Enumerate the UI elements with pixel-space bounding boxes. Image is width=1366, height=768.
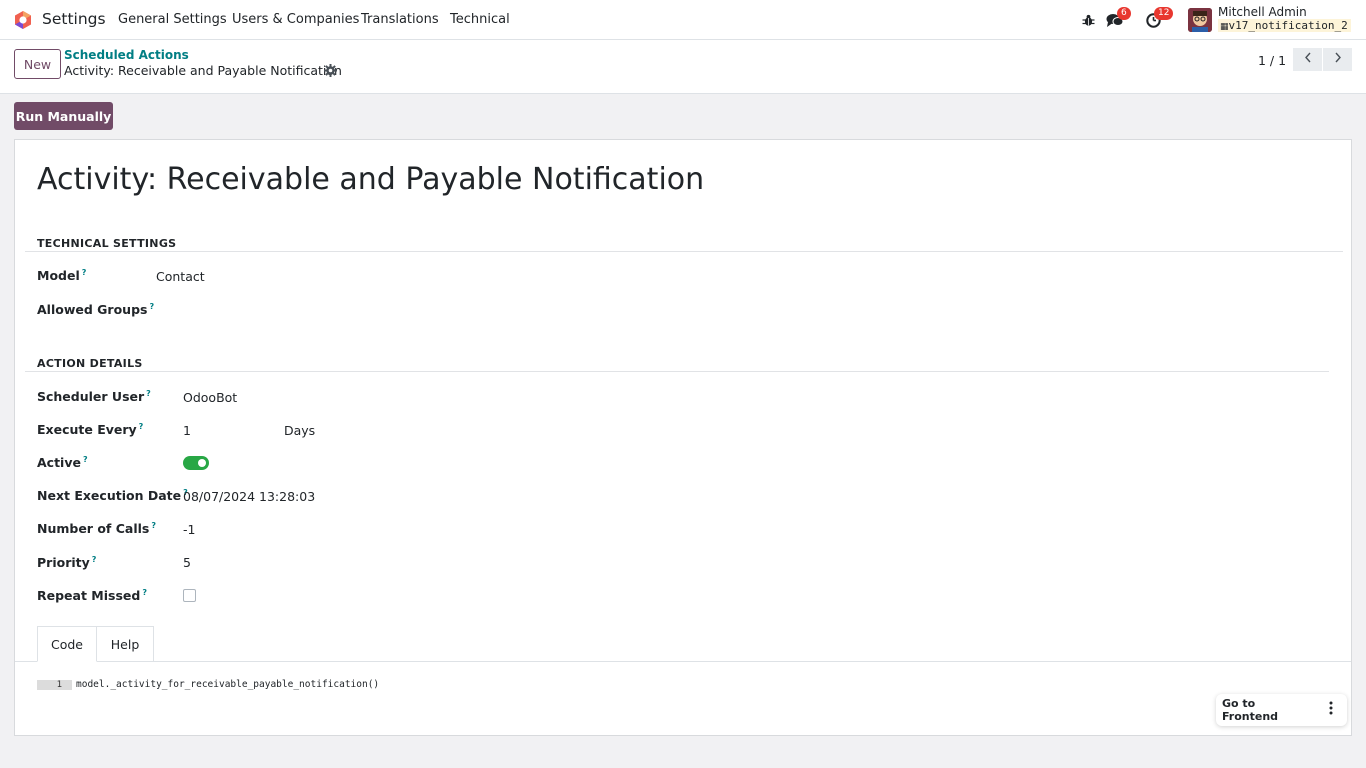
allowed-groups-field[interactable]	[156, 302, 456, 320]
model-field[interactable]: Contact	[156, 269, 205, 284]
help-tooltip-icon[interactable]: ?	[146, 389, 151, 398]
tab-help[interactable]: Help	[96, 626, 154, 662]
repeat-missed-checkbox[interactable]	[183, 589, 196, 602]
priority-label: Priority?	[37, 555, 97, 571]
breadcrumb-scheduled-actions[interactable]: Scheduled Actions	[64, 48, 189, 62]
interval-number-field[interactable]: 1	[183, 423, 191, 438]
pager-previous-button[interactable]	[1293, 48, 1322, 71]
user-name[interactable]: Mitchell Admin	[1218, 5, 1307, 19]
number-of-calls-label: Number of Calls?	[37, 521, 156, 537]
priority-field[interactable]: 5	[183, 555, 191, 570]
allowed-groups-label: Allowed Groups?	[37, 302, 155, 318]
menu-translations[interactable]: Translations	[361, 12, 439, 27]
execute-every-label: Execute Every?	[37, 422, 144, 438]
gear-icon[interactable]	[324, 64, 337, 77]
database-name: ▦v17_notification_2	[1218, 19, 1351, 32]
top-navbar: Settings General Settings Users & Compan…	[0, 0, 1366, 40]
section-technical-settings: TECHNICAL SETTINGS	[37, 237, 177, 250]
menu-technical[interactable]: Technical	[450, 12, 510, 27]
next-execution-date-label: Next Execution Date?	[37, 488, 188, 504]
help-tooltip-icon[interactable]: ?	[139, 422, 144, 431]
help-tooltip-icon[interactable]: ?	[142, 588, 147, 597]
repeat-missed-label: Repeat Missed?	[37, 588, 147, 604]
control-panel: New Scheduled Actions Activity: Receivab…	[0, 40, 1366, 94]
tab-code[interactable]: Code	[37, 626, 97, 662]
messages-chat-icon[interactable]: 6	[1104, 7, 1131, 30]
activities-clock-icon[interactable]: 12	[1144, 7, 1174, 30]
interval-unit-select[interactable]: Days	[284, 423, 315, 438]
help-tooltip-icon[interactable]: ?	[82, 268, 87, 277]
app-name[interactable]: Settings	[42, 10, 106, 28]
menu-users-companies[interactable]: Users & Companies	[232, 12, 359, 27]
breadcrumb-current: Activity: Receivable and Payable Notific…	[64, 63, 342, 78]
help-tooltip-icon[interactable]: ?	[151, 521, 156, 530]
pager-next-button[interactable]	[1323, 48, 1352, 71]
run-manually-button[interactable]: Run Manually	[14, 102, 113, 130]
active-label: Active?	[37, 455, 88, 471]
section-action-details: ACTION DETAILS	[37, 357, 143, 370]
more-options-button[interactable]	[1320, 698, 1342, 722]
help-tooltip-icon[interactable]: ?	[83, 455, 88, 464]
new-button[interactable]: New	[14, 49, 61, 79]
scheduler-user-label: Scheduler User?	[37, 389, 151, 405]
tab-divider	[15, 661, 1351, 662]
help-tooltip-icon[interactable]: ?	[149, 302, 154, 311]
model-label: Model?	[37, 268, 87, 284]
code-line-number: 1	[37, 680, 72, 690]
pager-value[interactable]: 1 / 1	[1258, 53, 1286, 68]
database-name-text: v17_notification_2	[1228, 19, 1348, 32]
code-editor-line[interactable]: model._activity_for_receivable_payable_n…	[76, 679, 379, 690]
kebab-menu-icon	[1329, 701, 1333, 719]
record-title[interactable]: Activity: Receivable and Payable Notific…	[37, 162, 704, 197]
menu-general-settings[interactable]: General Settings	[118, 12, 227, 27]
form-sheet: Activity: Receivable and Payable Notific…	[14, 139, 1352, 736]
chevron-left-icon	[1304, 52, 1312, 67]
app-logo-icon[interactable]	[14, 11, 32, 29]
scheduler-user-field[interactable]: OdooBot	[183, 390, 237, 405]
number-of-calls-field[interactable]: -1	[183, 522, 195, 537]
database-icon: ▦	[1220, 22, 1229, 32]
next-execution-date-field[interactable]: 08/07/2024 13:28:03	[183, 489, 315, 504]
section-divider	[25, 251, 1343, 252]
chevron-right-icon	[1334, 52, 1342, 67]
messages-badge: 6	[1117, 7, 1131, 20]
activities-badge: 12	[1154, 7, 1174, 20]
avatar[interactable]	[1188, 8, 1212, 32]
section-divider	[25, 371, 1329, 372]
active-toggle[interactable]	[183, 456, 209, 470]
help-tooltip-icon[interactable]: ?	[92, 555, 97, 564]
debug-bug-icon[interactable]	[1080, 10, 1096, 30]
frontend-toolbar: Go to Frontend	[1216, 694, 1347, 726]
go-to-frontend-button[interactable]: Go to Frontend	[1222, 697, 1311, 723]
